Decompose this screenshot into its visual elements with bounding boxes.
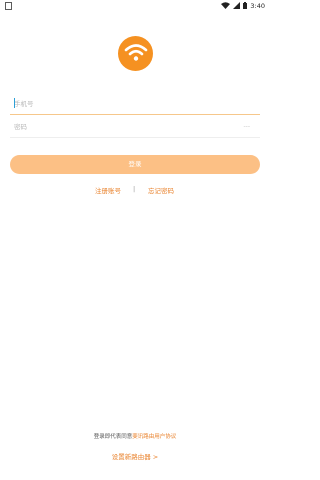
login-screen: 3:40 --- 登录 注册账号 | 忘记密码 登录即代表同意斐讯路由用户协议 … bbox=[0, 0, 270, 480]
sim-icon bbox=[5, 2, 12, 10]
wifi-icon bbox=[221, 1, 231, 11]
register-link[interactable]: 注册账号 bbox=[95, 185, 121, 195]
signal-icon bbox=[233, 1, 241, 11]
agreement-text: 登录即代表同意斐讯路由用户协议 bbox=[0, 432, 270, 440]
password-visibility-toggle[interactable]: --- bbox=[244, 120, 251, 134]
link-separator: | bbox=[133, 185, 136, 193]
forgot-password-link[interactable]: 忘记密码 bbox=[148, 185, 174, 195]
password-input[interactable] bbox=[14, 120, 234, 134]
setup-router-link[interactable]: 设置新路由器 > bbox=[0, 451, 270, 461]
app-logo bbox=[118, 36, 153, 71]
login-button[interactable]: 登录 bbox=[10, 155, 260, 174]
phone-input[interactable] bbox=[14, 97, 234, 111]
phone-field bbox=[10, 93, 260, 115]
status-time: 3:40 bbox=[250, 2, 265, 10]
wifi-icon bbox=[124, 42, 148, 66]
agreement-prefix: 登录即代表同意 bbox=[93, 434, 133, 440]
auth-links: 注册账号 | 忘记密码 bbox=[0, 185, 270, 195]
user-agreement-link[interactable]: 斐讯路由用户协议 bbox=[132, 434, 176, 440]
status-bar: 3:40 bbox=[0, 0, 270, 12]
password-field: --- bbox=[10, 116, 260, 138]
text-cursor bbox=[14, 98, 15, 108]
battery-icon bbox=[243, 1, 248, 11]
